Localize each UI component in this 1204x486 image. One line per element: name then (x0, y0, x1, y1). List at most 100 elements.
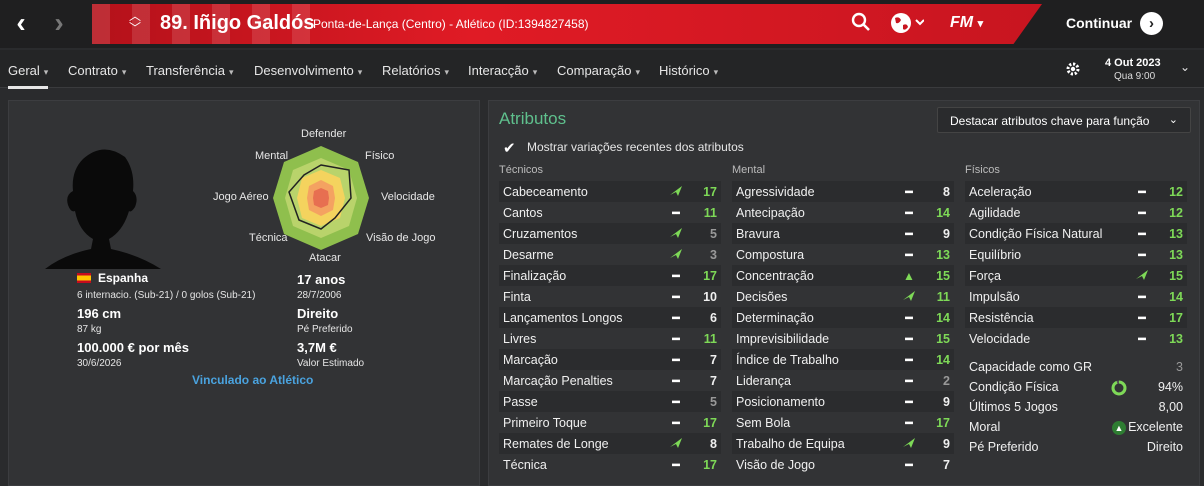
mental-attribute-row[interactable]: Imprevisibilidade ━ 15 (732, 328, 954, 349)
tab-transferencia[interactable]: Transferência ▾ (146, 63, 234, 78)
tab-contrato[interactable]: Contrato ▾ (68, 63, 126, 78)
tab-historico[interactable]: Histórico ▾ (659, 63, 718, 78)
physical-attribute-row[interactable]: Equilíbrio ━ 13 (965, 244, 1187, 265)
technical-attribute-row[interactable]: Cruzamentos 5 (499, 223, 721, 244)
tab-desenvolvimento[interactable]: Desenvolvimento ▾ (254, 63, 362, 78)
attribute-name: Primeiro Toque (503, 415, 587, 430)
tab-comparacao[interactable]: Comparação ▾ (557, 63, 640, 78)
mental-attribute-row[interactable]: Concentração ▲ 15 (732, 265, 954, 286)
physical-attribute-row[interactable]: Agilidade ━ 12 (965, 202, 1187, 223)
technical-attribute-row[interactable]: Primeiro Toque ━ 17 (499, 412, 721, 433)
technical-attribute-row[interactable]: Desarme 3 (499, 244, 721, 265)
mental-attribute-row[interactable]: Determinação ━ 14 (732, 307, 954, 328)
no-change-icon: ━ (905, 184, 913, 199)
attribute-name: Velocidade (969, 331, 1031, 346)
attribute-value: 7 (710, 352, 717, 367)
no-change-icon: ━ (672, 352, 680, 367)
globe-icon[interactable] (890, 12, 925, 39)
technical-attribute-row[interactable]: Marcação ━ 7 (499, 349, 721, 370)
sub-navigation: Geral ▾ Contrato ▾ Transferência ▾ Desenvol… (0, 50, 1204, 89)
radar-label-jogo-aereo: Jogo Aéreo (213, 191, 269, 203)
attribute-name: Decisões (736, 289, 788, 304)
mental-attribute-row[interactable]: Índice de Trabalho ━ 14 (732, 349, 954, 370)
mental-attribute-row[interactable]: Visão de Jogo ━ 7 (732, 454, 954, 475)
technical-attribute-row[interactable]: Finta ━ 10 (499, 286, 721, 307)
improvement-arrow-icon (669, 185, 683, 199)
attribute-value: 17 (936, 415, 950, 430)
wage: 100.000 € por mês (77, 340, 190, 355)
technical-attribute-row[interactable]: Cantos ━ 11 (499, 202, 721, 223)
physical-attribute-row[interactable]: Resistência ━ 17 (965, 307, 1187, 328)
mental-attribute-row[interactable]: Compostura ━ 13 (732, 244, 954, 265)
last-five-games-label: Últimos 5 Jogos (969, 400, 1058, 414)
mental-attribute-row[interactable]: Antecipação ━ 14 (732, 202, 954, 223)
physical-attribute-row[interactable]: Força 15 (965, 265, 1187, 286)
no-change-icon: ━ (672, 415, 680, 430)
mental-attribute-row[interactable]: Decisões 11 (732, 286, 954, 307)
technical-attribute-row[interactable]: Passe ━ 5 (499, 391, 721, 412)
no-change-icon: ━ (905, 457, 913, 472)
technical-attribute-row[interactable]: Remates de Longe 8 (499, 433, 721, 454)
physical-attribute-row[interactable]: Velocidade ━ 13 (965, 328, 1187, 349)
technical-attribute-row[interactable]: Lançamentos Longos ━ 6 (499, 307, 721, 328)
no-change-icon: ━ (672, 310, 680, 325)
mental-attribute-row[interactable]: Bravura ━ 9 (732, 223, 954, 244)
mental-attribute-row[interactable]: Posicionamento ━ 9 (732, 391, 954, 412)
improvement-arrow-icon (902, 290, 916, 304)
mental-attribute-row[interactable]: Agressividade ━ 8 (732, 181, 954, 202)
continue-button-label[interactable]: Continuar (1066, 15, 1132, 31)
forward-arrow-icon[interactable]: › (44, 7, 74, 38)
mental-attribute-row[interactable]: Sem Bola ━ 17 (732, 412, 954, 433)
attribute-value: 13 (1169, 247, 1183, 262)
continue-arrow-icon[interactable]: › (1140, 12, 1163, 35)
attribute-name: Agressividade (736, 184, 815, 199)
physical-attribute-row[interactable]: Impulsão ━ 14 (965, 286, 1187, 307)
fm-menu-icon[interactable]: FM ▾ (950, 14, 983, 32)
technical-attribute-row[interactable]: Técnica ━ 17 (499, 454, 721, 475)
attribute-name: Remates de Longe (503, 436, 609, 451)
search-icon[interactable] (851, 12, 871, 37)
tab-geral[interactable]: Geral ▾ (8, 63, 49, 89)
mental-attribute-row[interactable]: Liderança ━ 2 (732, 370, 954, 391)
attribute-value: 15 (936, 268, 950, 283)
gear-icon[interactable] (1065, 61, 1081, 80)
last-five-games-row: Últimos 5 Jogos 8,00 (965, 400, 1187, 420)
improvement-arrow-icon (1135, 269, 1149, 283)
fitness-row: Condição Física 94% (965, 380, 1187, 400)
back-arrow-icon[interactable]: ‹ (6, 7, 36, 38)
attribute-name: Marcação Penalties (503, 373, 613, 388)
attribute-name: Lançamentos Longos (503, 310, 623, 325)
attribute-value: 7 (943, 457, 950, 472)
morale-up-icon: ▲ (1112, 421, 1126, 435)
no-change-icon: ━ (1138, 310, 1146, 325)
technical-attribute-row[interactable]: Livres ━ 11 (499, 328, 721, 349)
linked-club-link[interactable]: Vinculado ao Atlético (192, 373, 313, 387)
flag-spain-icon (77, 273, 91, 286)
attribute-value: 8 (943, 184, 950, 199)
player-up-down-icon[interactable]: ︿ ﹀ (128, 10, 142, 34)
show-changes-checkbox[interactable]: ✔ (503, 139, 519, 157)
mental-attribute-row[interactable]: Trabalho de Equipa 9 (732, 433, 954, 454)
attribute-name: Marcação (503, 352, 558, 367)
physical-attribute-row[interactable]: Condição Física Natural ━ 13 (965, 223, 1187, 244)
chevron-down-icon[interactable]: ⌄ (1180, 60, 1190, 74)
attribute-name: Bravura (736, 226, 780, 241)
attribute-value: 3 (710, 247, 717, 262)
current-date: 4 Out 2023 (1105, 57, 1161, 69)
no-change-icon: ━ (1138, 247, 1146, 262)
highlight-role-dropdown[interactable]: Destacar atributos chave para função ⌄ (937, 107, 1191, 133)
technical-attribute-row[interactable]: Marcação Penalties ━ 7 (499, 370, 721, 391)
technical-attribute-row[interactable]: Finalização ━ 17 (499, 265, 721, 286)
no-change-icon: ━ (1138, 205, 1146, 220)
player-position-club[interactable]: Ponta-de-Lança (Centro) - Atlético (ID:1… (313, 17, 589, 31)
attribute-value: 12 (1169, 184, 1183, 199)
no-change-icon: ━ (905, 331, 913, 346)
tab-relatorios[interactable]: Relatórios ▾ (382, 63, 449, 78)
physical-attribute-row[interactable]: Aceleração ━ 12 (965, 181, 1187, 202)
attribute-value: 17 (1169, 310, 1183, 325)
nationality[interactable]: Espanha (98, 271, 148, 285)
attribute-name: Agilidade (969, 205, 1021, 220)
tab-interaccao[interactable]: Interacção ▾ (468, 63, 537, 78)
technical-attribute-row[interactable]: Cabeceamento 17 (499, 181, 721, 202)
attribute-name: Sem Bola (736, 415, 791, 430)
